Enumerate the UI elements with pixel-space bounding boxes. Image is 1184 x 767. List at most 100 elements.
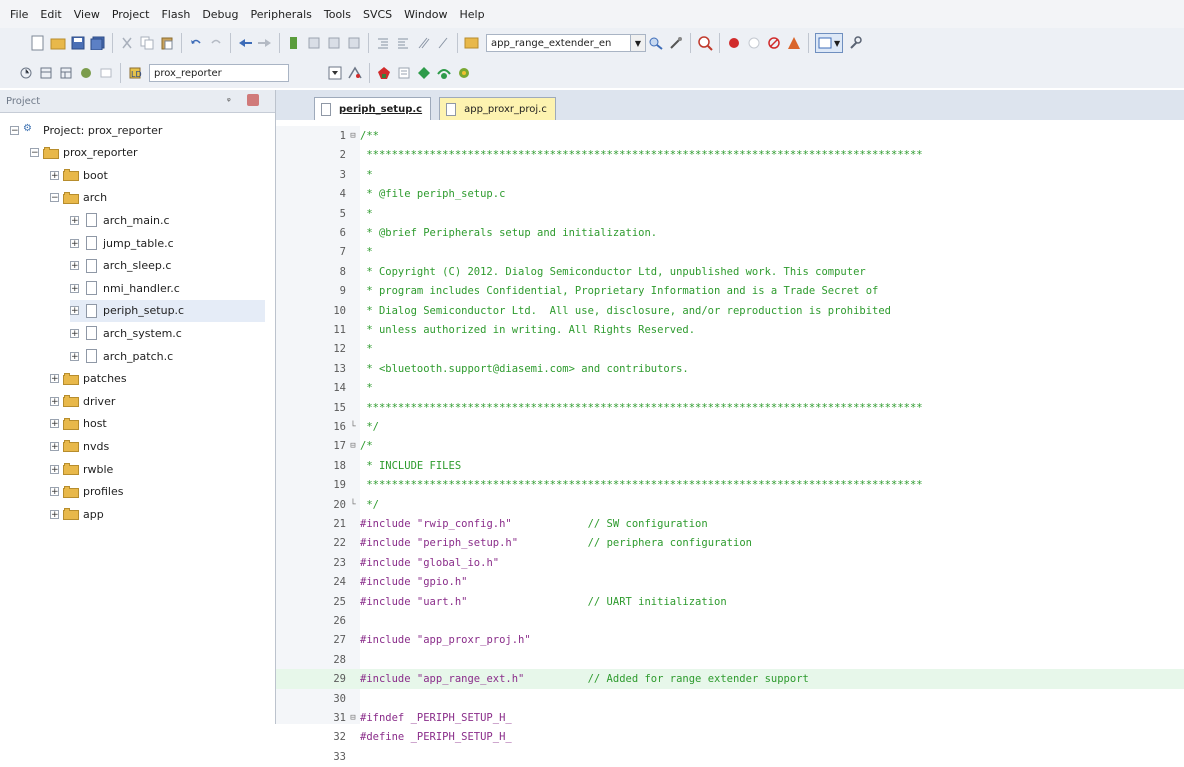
- save-all-icon[interactable]: [89, 34, 107, 52]
- build-icon[interactable]: [37, 64, 55, 82]
- target-options-dropdown-icon[interactable]: [326, 64, 344, 82]
- pin-icon[interactable]: ᵩ: [227, 94, 239, 106]
- code-line[interactable]: 31 ⊟ #ifndef _PERIPH_SETUP_H_: [276, 708, 1184, 728]
- tree-item-patches[interactable]: + patches: [50, 368, 265, 390]
- save-icon[interactable]: [69, 34, 87, 52]
- bookmark-prev-icon[interactable]: [305, 34, 323, 52]
- code-line[interactable]: 24 #include "gpio.h": [276, 572, 1184, 592]
- indent-icon[interactable]: [374, 34, 392, 52]
- nav-back-icon[interactable]: [236, 34, 254, 52]
- menu-flash[interactable]: Flash: [155, 8, 196, 21]
- nav-forward-icon[interactable]: [256, 34, 274, 52]
- menu-peripherals[interactable]: Peripherals: [245, 8, 318, 21]
- tree-item-periph-setup-c[interactable]: + periph_setup.c: [70, 299, 265, 322]
- new-file-icon[interactable]: [29, 34, 47, 52]
- menu-debug[interactable]: Debug: [196, 8, 244, 21]
- find-icon[interactable]: [647, 34, 665, 52]
- browse-icon[interactable]: [696, 34, 714, 52]
- expand-icon[interactable]: +: [70, 261, 79, 271]
- code-line[interactable]: 26: [276, 611, 1184, 631]
- code-line[interactable]: 27 #include "app_proxr_proj.h": [276, 630, 1184, 650]
- expand-icon[interactable]: +: [70, 306, 79, 316]
- manage-components-icon[interactable]: [375, 64, 393, 82]
- menu-project[interactable]: Project: [106, 8, 156, 21]
- tab-app-proxr-proj[interactable]: app_proxr_proj.c: [439, 97, 556, 120]
- unindent-icon[interactable]: [394, 34, 412, 52]
- stop-build-icon[interactable]: [97, 64, 115, 82]
- target-combo[interactable]: app_range_extender_en ▼: [486, 34, 646, 52]
- tree-item-nvds[interactable]: + nvds: [50, 435, 265, 457]
- code-line[interactable]: 28: [276, 650, 1184, 670]
- expand-icon[interactable]: +: [50, 509, 59, 519]
- bookmark-insert-icon[interactable]: [285, 34, 303, 52]
- tree-item-host[interactable]: + host: [50, 413, 265, 435]
- code-line[interactable]: 20 └ */: [276, 495, 1184, 515]
- translate-icon[interactable]: [17, 64, 35, 82]
- debug-session-icon[interactable]: [785, 34, 803, 52]
- code-line[interactable]: 18 * INCLUDE FILES: [276, 456, 1184, 476]
- close-icon[interactable]: [247, 94, 259, 106]
- code-line[interactable]: 8 * Copyright (C) 2012. Dialog Semicondu…: [276, 262, 1184, 282]
- code-line[interactable]: 25 #include "uart.h" // UART initializati…: [276, 592, 1184, 612]
- rebuild-icon[interactable]: [57, 64, 75, 82]
- tree-item-project-prox-reporter[interactable]: − ⚙ Project: prox_reporter: [10, 119, 265, 141]
- breakpoint-kill-icon[interactable]: [765, 34, 783, 52]
- chevron-down-icon[interactable]: ▼: [630, 35, 645, 51]
- code-line[interactable]: 29 #include "app_range_ext.h" // Added fo…: [276, 669, 1184, 690]
- expand-icon[interactable]: +: [70, 328, 79, 338]
- expand-icon[interactable]: +: [50, 464, 59, 474]
- tree-item-app[interactable]: + app: [50, 503, 265, 525]
- code-line[interactable]: 23 #include "global_io.h": [276, 553, 1184, 573]
- menu-window[interactable]: Window: [398, 8, 453, 21]
- expand-icon[interactable]: +: [50, 419, 59, 429]
- copy-icon[interactable]: [138, 34, 156, 52]
- collapse-icon[interactable]: −: [30, 148, 39, 158]
- menu-tools[interactable]: Tools: [318, 8, 357, 21]
- expand-icon[interactable]: +: [50, 170, 59, 180]
- expand-icon[interactable]: +: [70, 238, 79, 248]
- cut-icon[interactable]: [118, 34, 136, 52]
- code-line[interactable]: 22 #include "periph_setup.h" // periphera…: [276, 533, 1184, 553]
- tree-item-arch-patch-c[interactable]: + arch_patch.c: [70, 345, 265, 367]
- code-line[interactable]: 33: [276, 747, 1184, 767]
- tree-item-rwble[interactable]: + rwble: [50, 458, 265, 480]
- tree-item-arch-system-c[interactable]: + arch_system.c: [70, 322, 265, 344]
- expand-icon[interactable]: +: [50, 396, 59, 406]
- code-line[interactable]: 21 #include "rwip_config.h" // SW configu…: [276, 514, 1184, 534]
- bookmark-clear-icon[interactable]: [345, 34, 363, 52]
- expand-icon[interactable]: +: [50, 487, 59, 497]
- redo-icon[interactable]: [207, 34, 225, 52]
- tree-item-arch-main-c[interactable]: + arch_main.c: [70, 209, 265, 231]
- select-packs-icon[interactable]: [415, 64, 433, 82]
- project-target-combo[interactable]: prox_reporter: [149, 64, 289, 82]
- code-line[interactable]: 30: [276, 689, 1184, 709]
- pack-installer-icon[interactable]: [435, 64, 453, 82]
- tree-item-arch[interactable]: − arch: [50, 187, 265, 209]
- code-line[interactable]: 13 * <bluetooth.support@diasemi.com> and…: [276, 359, 1184, 379]
- code-line[interactable]: 14 *: [276, 378, 1184, 398]
- tree-item-prox-reporter[interactable]: − prox_reporter: [30, 142, 265, 164]
- bookmark-next-icon[interactable]: [325, 34, 343, 52]
- code-line[interactable]: 15 *************************************…: [276, 398, 1184, 418]
- open-folder-icon[interactable]: [49, 34, 67, 52]
- target-options-icon[interactable]: [346, 64, 364, 82]
- expand-icon[interactable]: +: [50, 441, 59, 451]
- file-extensions-icon[interactable]: [395, 64, 413, 82]
- code-view[interactable]: 1 ⊟/** 2 *********************************…: [276, 126, 1184, 763]
- configure-icon[interactable]: [846, 34, 864, 52]
- code-line[interactable]: 9 * program includes Confidential, Propr…: [276, 281, 1184, 301]
- code-line[interactable]: 4 * @file periph_setup.c: [276, 184, 1184, 204]
- tree-item-nmi-handler-c[interactable]: + nmi_handler.c: [70, 277, 265, 299]
- breakpoint-insert-icon[interactable]: [725, 34, 743, 52]
- fold-marker-icon[interactable]: ⊟: [346, 713, 360, 723]
- tab-periph-setup[interactable]: periph_setup.c: [314, 97, 432, 120]
- comment-icon[interactable]: [414, 34, 432, 52]
- menu-file[interactable]: File: [0, 8, 34, 21]
- code-line[interactable]: 1 ⊟/**: [276, 126, 1184, 146]
- breakpoint-disable-icon[interactable]: [745, 34, 763, 52]
- uncomment-icon[interactable]: [434, 34, 452, 52]
- window-layout-button[interactable]: ▼: [815, 33, 844, 53]
- code-line[interactable]: 2 **************************************…: [276, 145, 1184, 165]
- menu-help[interactable]: Help: [454, 8, 491, 21]
- code-line[interactable]: 16 └ */: [276, 417, 1184, 437]
